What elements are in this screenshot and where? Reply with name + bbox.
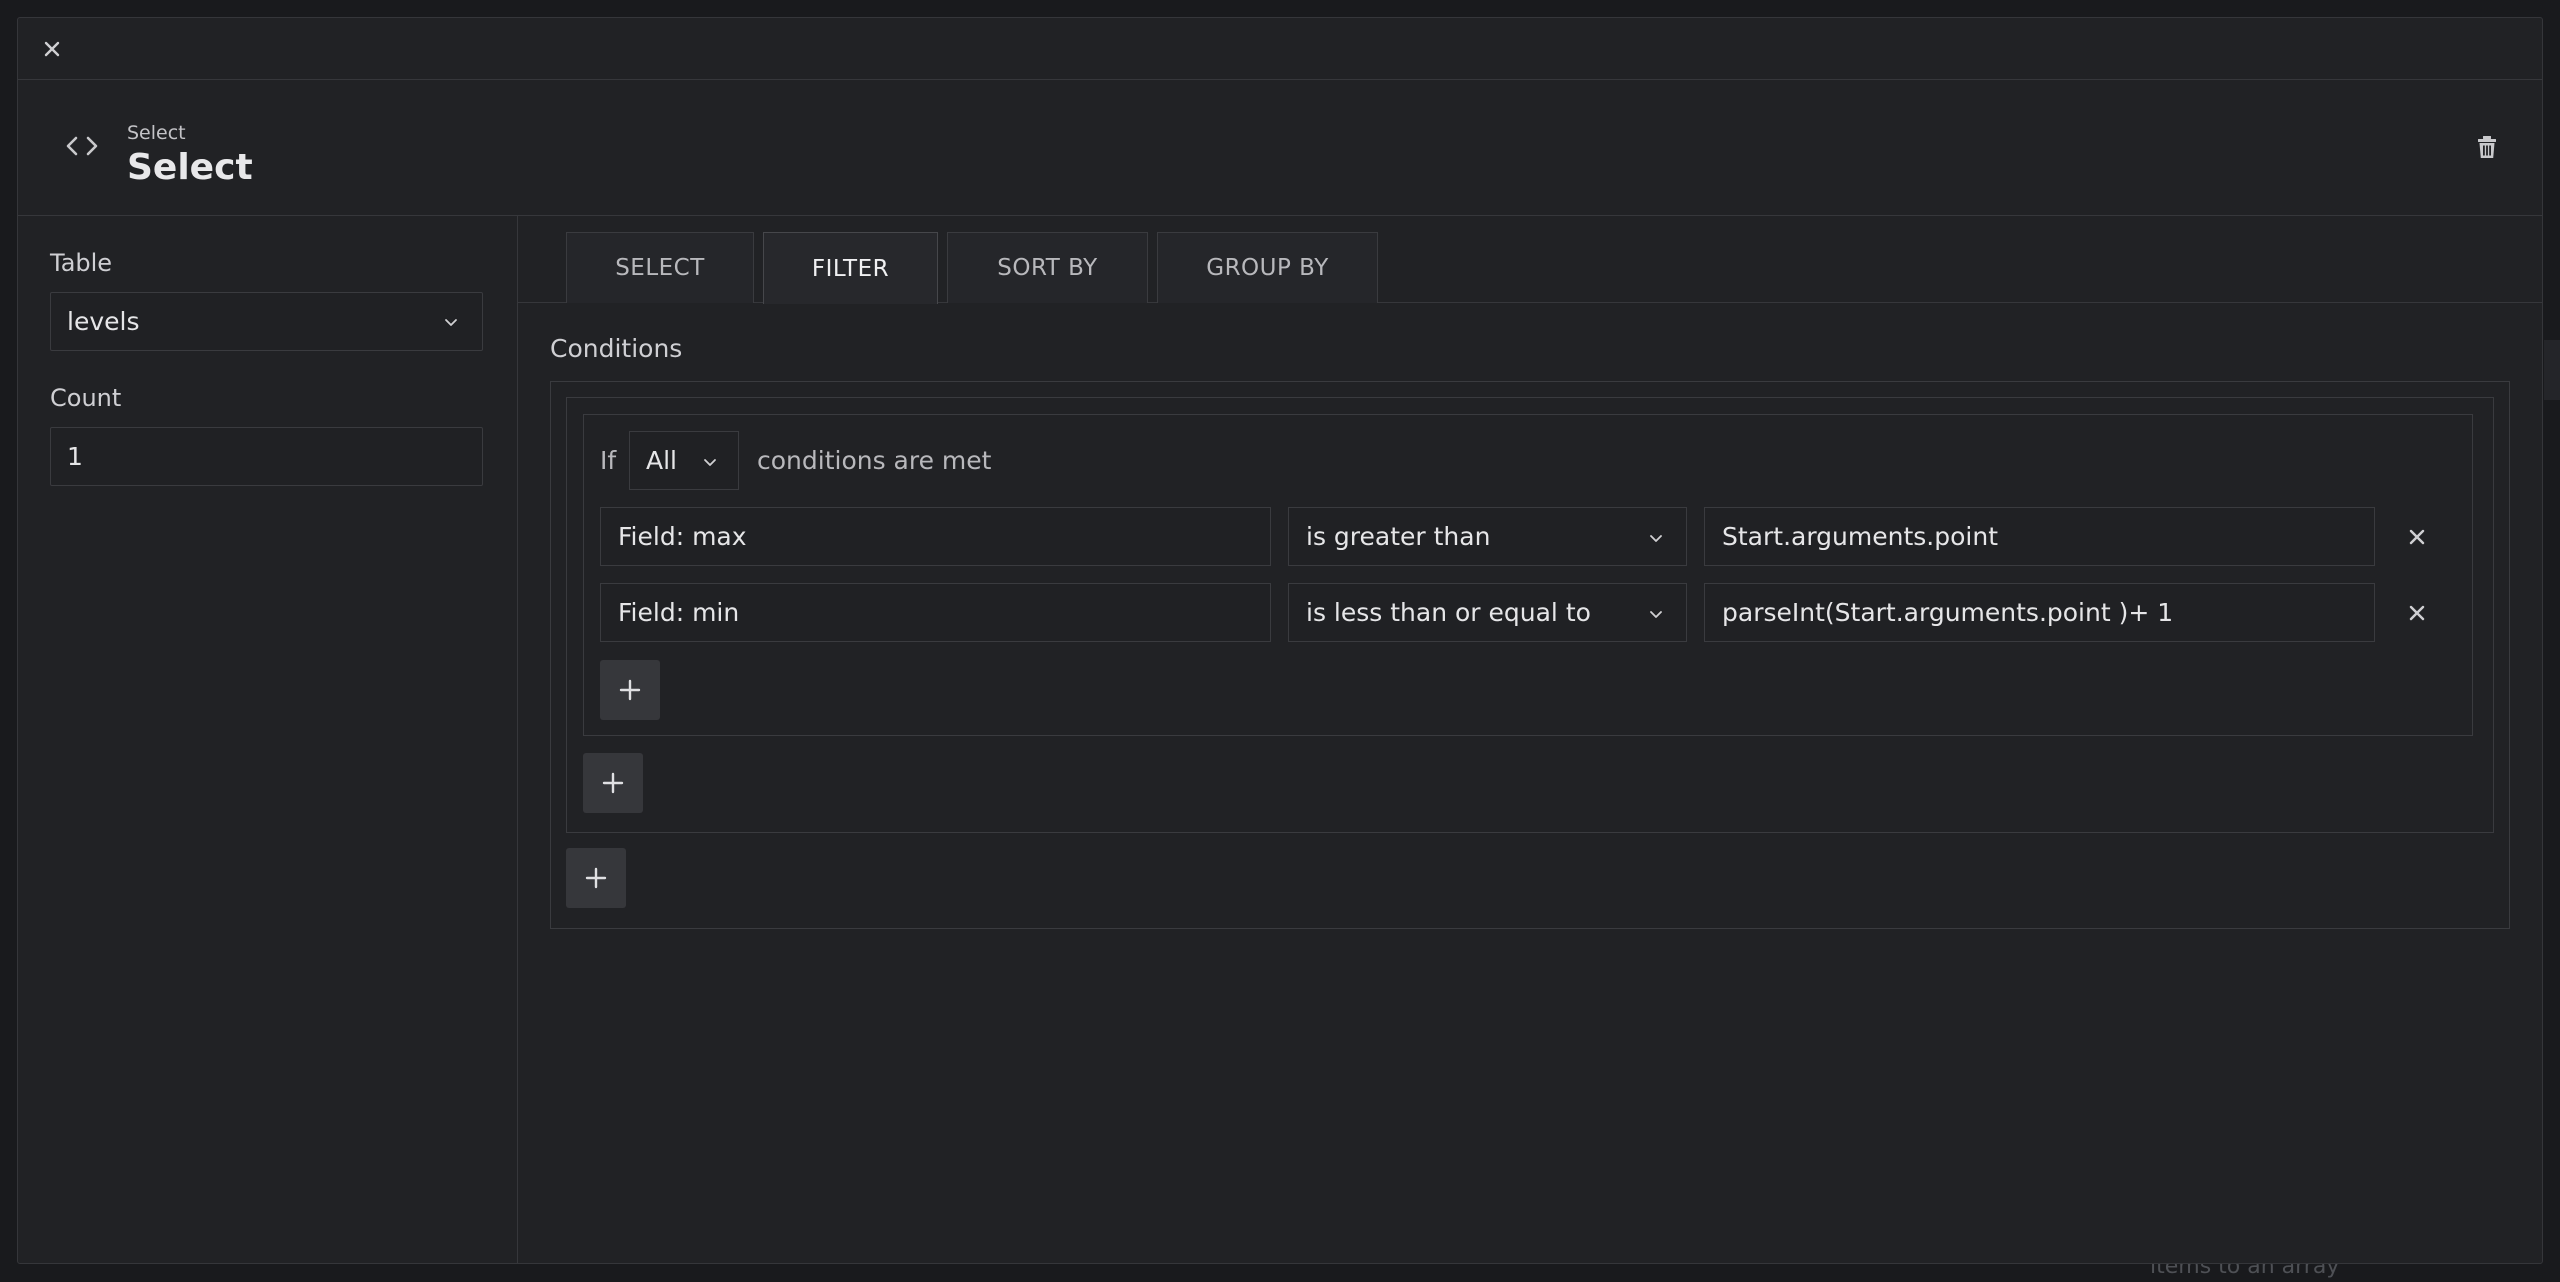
modal-body: Table levels Count 1 SELECT FILTER SORT …: [18, 216, 2542, 1263]
plus-icon: [619, 679, 641, 701]
add-root-group-button[interactable]: [566, 848, 626, 908]
chevron-down-icon: [704, 459, 716, 466]
tab-group-by[interactable]: GROUP BY: [1157, 232, 1378, 303]
condition-operator-value: is greater than: [1306, 522, 1491, 551]
condition-operator-select[interactable]: is greater than: [1288, 507, 1687, 566]
chevron-down-icon: [1650, 611, 1662, 618]
close-icon: [44, 41, 60, 56]
remove-condition-icon[interactable]: [2402, 522, 2432, 552]
plus-icon: [602, 772, 624, 794]
plus-icon: [585, 867, 607, 889]
match-mode-value: All: [646, 446, 677, 475]
table-select[interactable]: levels: [50, 292, 483, 351]
background-panel-edge: [2544, 340, 2560, 400]
node-title: Select: [127, 147, 253, 188]
condition-operator-select[interactable]: is less than or equal to: [1288, 583, 1687, 642]
chevron-down-icon: [1650, 535, 1662, 542]
conditions-subgroup: If All conditions are met Field: max is …: [583, 414, 2473, 736]
condition-operator-value: is less than or equal to: [1306, 598, 1591, 627]
code-icon: [66, 136, 98, 156]
condition-field-value: Field: min: [618, 598, 740, 627]
count-input-value: 1: [67, 442, 83, 471]
if-label: If: [600, 446, 617, 475]
table-select-value: levels: [67, 307, 140, 336]
table-label: Table: [50, 249, 113, 277]
conditions-label: Conditions: [550, 334, 683, 363]
condition-field-input[interactable]: Field: min: [600, 583, 1271, 642]
match-mode-select[interactable]: All: [629, 431, 739, 490]
settings-sidebar: Table levels Count 1: [18, 216, 518, 1263]
query-tabs: SELECT FILTER SORT BY GROUP BY: [518, 216, 2542, 304]
chevron-down-icon: [445, 319, 457, 326]
select-node-modal: Select Select Table levels Count 1 SELEC…: [17, 17, 2543, 1264]
add-condition-group-button[interactable]: [583, 753, 643, 813]
tab-filter[interactable]: FILTER: [763, 232, 938, 304]
modal-header: Select Select: [18, 80, 2542, 216]
condition-value-text: parseInt(Start.arguments.point )+ 1: [1722, 598, 2174, 627]
condition-value-input[interactable]: parseInt(Start.arguments.point )+ 1: [1704, 583, 2375, 642]
condition-field-input[interactable]: Field: max: [600, 507, 1271, 566]
count-label: Count: [50, 384, 122, 412]
remove-condition-icon[interactable]: [2402, 598, 2432, 628]
condition-value-text: Start.arguments.point: [1722, 522, 1999, 551]
conditions-root-group: If All conditions are met Field: max is …: [550, 381, 2510, 929]
close-button[interactable]: [36, 33, 68, 65]
query-editor: SELECT FILTER SORT BY GROUP BY Condition…: [518, 216, 2542, 1263]
tab-select[interactable]: SELECT: [566, 232, 754, 303]
node-type-label: Select: [127, 122, 186, 144]
conditions-met-label: conditions are met: [757, 446, 992, 475]
trash-icon[interactable]: [2472, 131, 2502, 161]
modal-topbar: [18, 18, 2542, 80]
conditions-group: If All conditions are met Field: max is …: [566, 397, 2494, 833]
add-condition-button[interactable]: [600, 660, 660, 720]
condition-value-input[interactable]: Start.arguments.point: [1704, 507, 2375, 566]
tab-sort-by[interactable]: SORT BY: [947, 232, 1148, 303]
count-input[interactable]: 1: [50, 427, 483, 486]
condition-field-value: Field: max: [618, 522, 747, 551]
